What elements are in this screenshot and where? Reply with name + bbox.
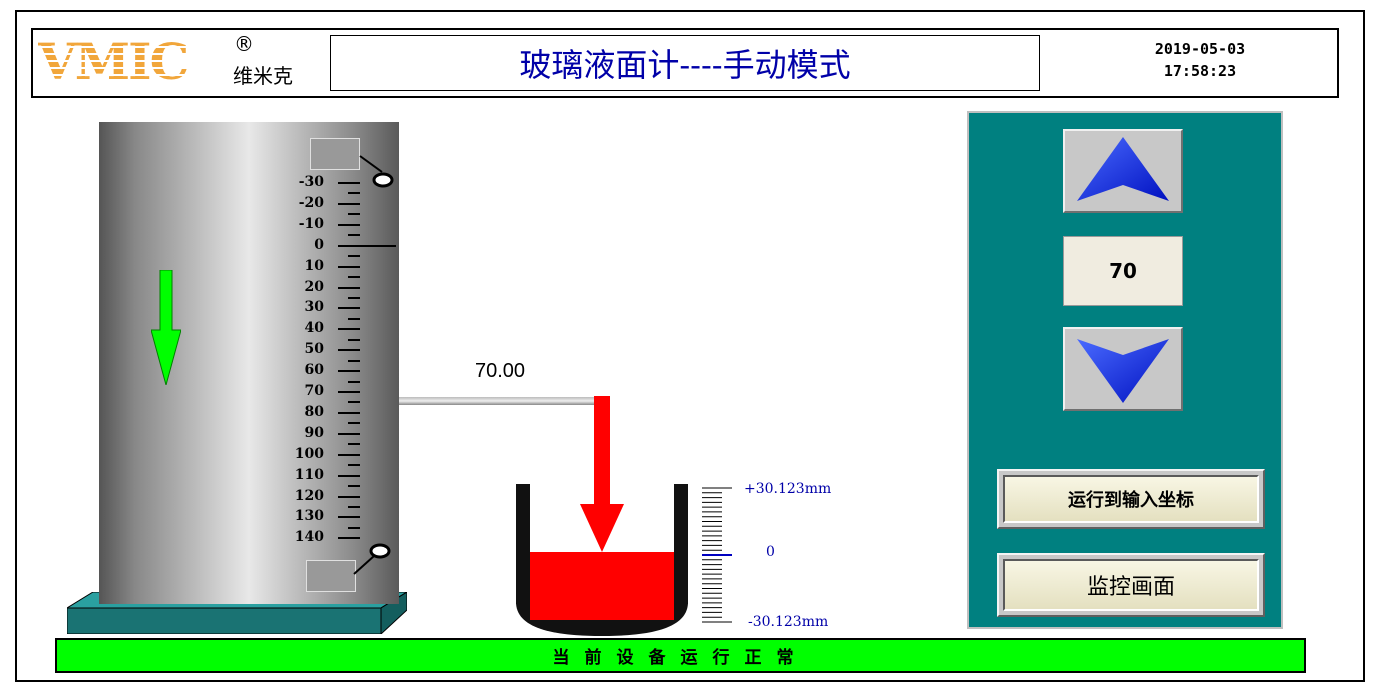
scale-major-tick [338, 328, 360, 331]
scale-minor-tick [348, 276, 360, 279]
scale-label: 120 [294, 487, 324, 504]
scale-label: 90 [304, 424, 324, 441]
scale-major-tick [338, 537, 360, 540]
scale-label: 60 [304, 362, 324, 379]
fine-gauge [702, 487, 732, 623]
current-value-label: 70.00 [475, 360, 526, 382]
scale-major-tick [338, 349, 360, 352]
gauge-bottom-label: -30.123mm [748, 614, 829, 630]
decrease-button[interactable] [1063, 327, 1183, 411]
datetime: 2019-05-03 17:58:23 [1100, 38, 1300, 82]
scale-label: -20 [298, 194, 324, 211]
scale-label: 80 [304, 403, 324, 420]
scale-minor-tick [348, 401, 360, 404]
scale-minor-tick [348, 338, 360, 341]
scale-label: 40 [304, 320, 324, 337]
time-text: 17:58:23 [1163, 62, 1237, 80]
setpoint-value[interactable]: 70 [1063, 236, 1183, 306]
scale-label: 30 [304, 299, 324, 316]
scale-label: 130 [294, 508, 324, 525]
scale-minor-tick [348, 296, 360, 299]
scale-minor-tick [348, 317, 360, 320]
scale-label: 110 [294, 466, 324, 483]
scale-major-tick [338, 286, 360, 289]
scale-label: 140 [294, 529, 324, 546]
scale-major-tick [338, 202, 360, 205]
scale-minor-tick [348, 255, 360, 258]
scale-label: 50 [304, 341, 324, 358]
scale-major-tick [338, 411, 360, 414]
scale-major-tick [338, 474, 360, 477]
gauge-top-label: +30.123mm [744, 481, 832, 497]
logo-brand: VMIC [38, 32, 189, 91]
logo-cn-name: 维米克 [233, 64, 293, 88]
down-arrow-icon [1077, 339, 1169, 403]
beaker-left-wall [516, 484, 530, 604]
scale-label: 0 [314, 236, 324, 253]
scale-major-tick [338, 432, 360, 435]
scale-minor-tick [348, 234, 360, 237]
scale-label: 100 [294, 445, 324, 462]
scale-major-tick [338, 182, 360, 184]
scale-major-tick [338, 244, 396, 247]
run-to-coordinate-label: 运行到输入坐标 [1003, 475, 1259, 523]
scale-major-tick [338, 453, 360, 456]
increase-button[interactable] [1063, 129, 1183, 213]
up-arrow-icon [1077, 137, 1169, 201]
scale-minor-tick [348, 505, 360, 508]
beaker-right-wall [674, 484, 688, 604]
page-title: 玻璃液面计----手动模式 [519, 46, 851, 84]
beaker-liquid [530, 552, 674, 620]
scale-major-tick [338, 223, 360, 226]
scale-label: 70 [304, 383, 324, 399]
scale-label: -30 [298, 174, 324, 190]
monitor-screen-button[interactable]: 监控画面 [997, 553, 1265, 617]
down-arrow-green-icon [151, 270, 181, 385]
scale-minor-tick [348, 464, 360, 467]
scale-minor-tick [348, 192, 360, 195]
top-hook-icon [359, 155, 394, 188]
scale-label: -10 [298, 215, 324, 232]
bottom-hook-icon [353, 543, 391, 575]
status-bar: 当前设备运行正常 [55, 638, 1306, 673]
run-to-coordinate-button[interactable]: 运行到输入坐标 [997, 469, 1265, 529]
scale-label: 10 [304, 257, 324, 274]
scale-minor-tick [348, 380, 360, 383]
date-text: 2019-05-03 [1154, 40, 1246, 58]
vmic-logo: VMIC ® 维米克 [38, 32, 328, 94]
scale-minor-tick [348, 359, 360, 362]
scale-major-tick [338, 516, 360, 519]
scale-major-tick [338, 370, 360, 373]
scale-major-tick [338, 495, 360, 498]
scale-major-tick [338, 391, 360, 393]
liquid-beaker [516, 484, 688, 636]
scale-major-tick [338, 307, 360, 310]
logo-registered: ® [234, 32, 254, 56]
title-box: 玻璃液面计----手动模式 [330, 35, 1040, 91]
bottom-sensor-block [306, 560, 356, 592]
connector-pipe [399, 397, 602, 405]
scale-minor-tick [348, 526, 360, 529]
gauge-mid-label: 0 [766, 544, 775, 560]
scale-major-tick [338, 265, 360, 268]
scale-minor-tick [348, 213, 360, 216]
monitor-screen-label: 监控画面 [1003, 559, 1259, 611]
scale-minor-tick [348, 443, 360, 446]
scale-minor-tick [348, 422, 360, 425]
scale-label: 20 [304, 278, 324, 295]
top-sensor-block [310, 138, 360, 170]
scale-minor-tick [348, 485, 360, 488]
